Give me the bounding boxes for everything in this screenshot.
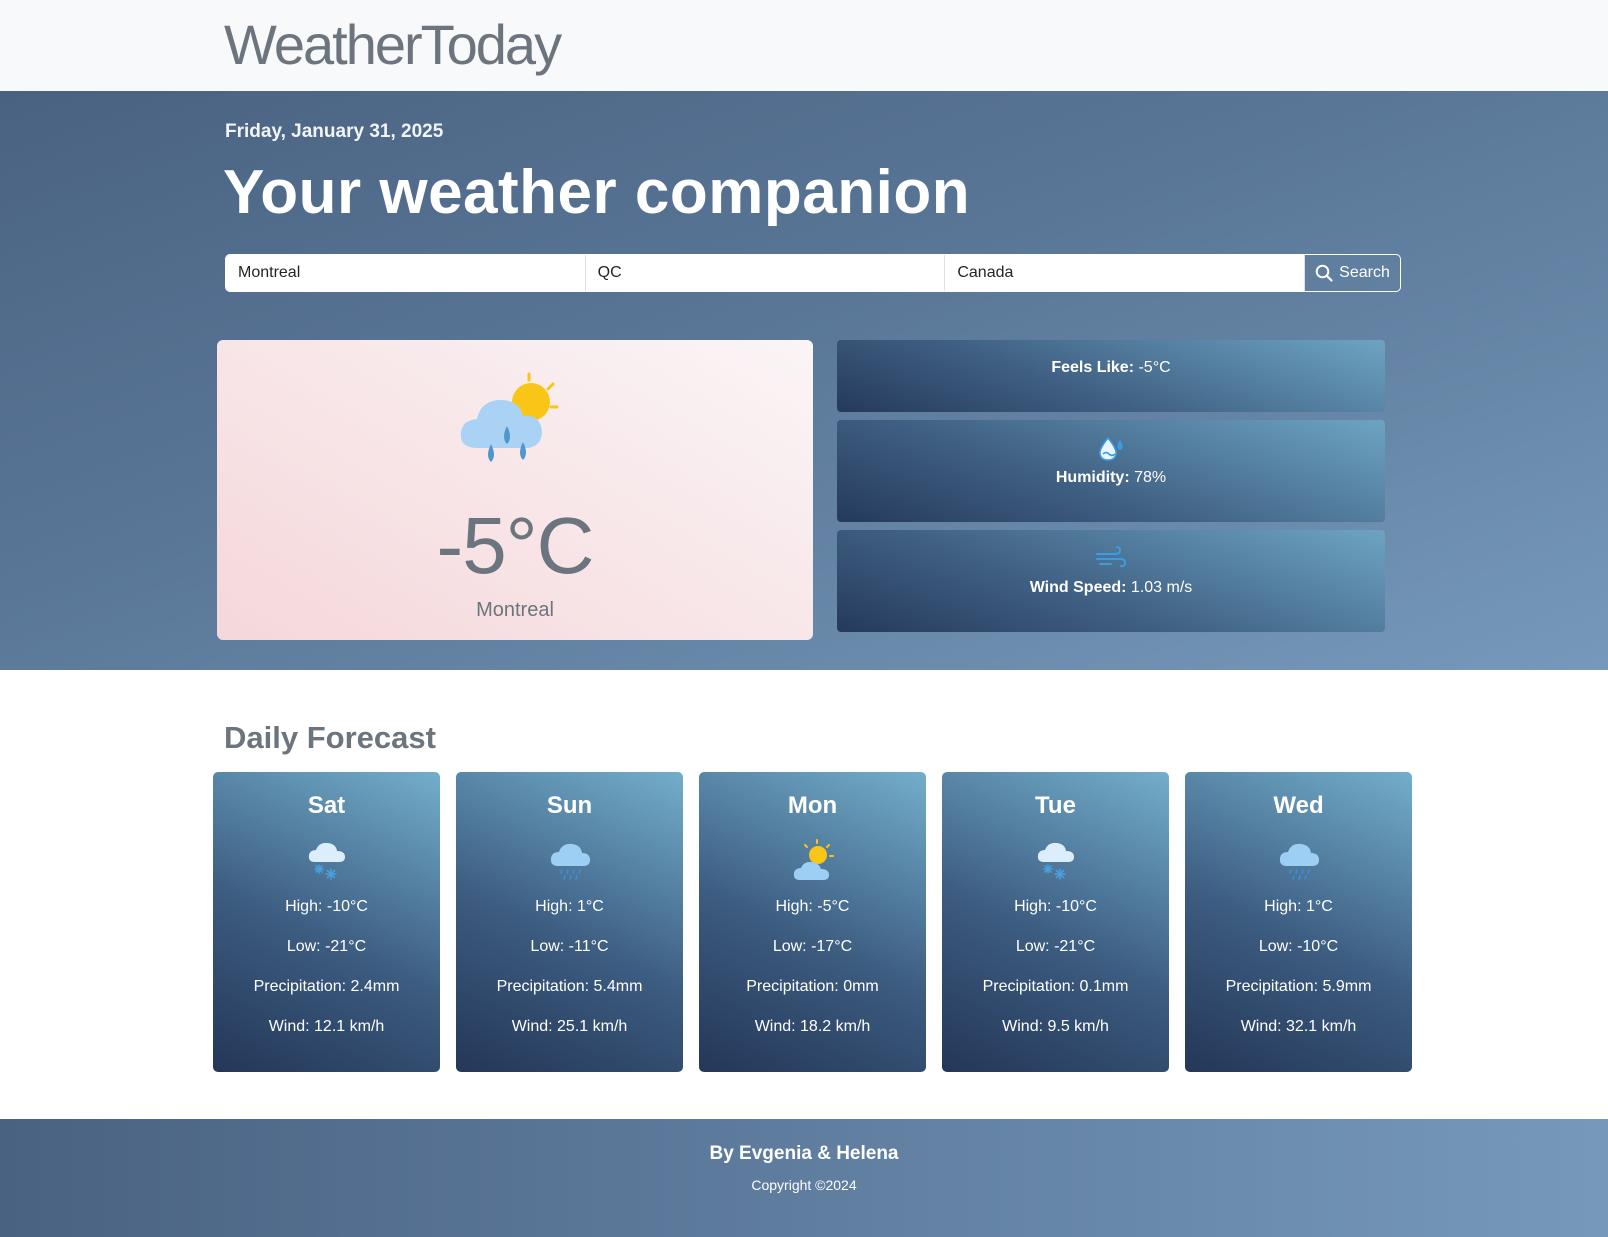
forecast-high: High: -10°C: [285, 898, 368, 915]
forecast-day: Sun: [546, 792, 593, 819]
humidity-label: Humidity:: [1055, 469, 1130, 486]
forecast-precipitation: Precipitation: 0.1mm: [982, 978, 1129, 995]
rain-cloud-icon: [550, 843, 590, 880]
footer-authors: By Evgenia & Helena: [709, 1143, 899, 1164]
brand-logo[interactable]: WeatherToday: [224, 12, 562, 77]
forecast-precipitation: Precipitation: 5.9mm: [1225, 978, 1372, 995]
humidity-panel: Humidity: 78%: [837, 420, 1385, 522]
partly-cloudy-icon: [793, 839, 834, 880]
forecast-high: High: 1°C: [1264, 898, 1333, 915]
wind-speed-panel: Wind Speed: 1.03 m/s: [837, 530, 1385, 632]
current-date: Friday, January 31, 2025: [225, 121, 444, 142]
snow-cloud-icon: [1037, 842, 1074, 880]
forecast-card: Sun High: 1°C Low: -11°C Precipitation: …: [456, 772, 683, 1072]
wind-icon: [1096, 546, 1127, 568]
city-input[interactable]: [226, 255, 586, 291]
feels-like-value: -5°C: [1134, 359, 1171, 376]
humidity-icon: [1099, 436, 1123, 461]
forecast-precipitation: Precipitation: 5.4mm: [496, 978, 643, 995]
forecast-high: High: 1°C: [535, 898, 604, 915]
page-headline: Your weather companion: [223, 158, 971, 227]
forecast-low: Low: -21°C: [286, 938, 367, 955]
current-city: Montreal: [476, 599, 554, 621]
current-temperature: -5°C: [436, 501, 595, 590]
forecast-high: High: -10°C: [1014, 898, 1097, 915]
country-input[interactable]: [945, 255, 1306, 291]
forecast-low: Low: -21°C: [1015, 938, 1096, 955]
forecast-high: High: -5°C: [775, 898, 850, 915]
forecast-card: Tue High: -10°C Low: -21°C Precipitation…: [942, 772, 1169, 1072]
forecast-card: Sat High: -10°C Low: -21°C Precipitation…: [213, 772, 440, 1072]
current-weather-card: -5°C Montreal: [217, 340, 813, 640]
forecast-day: Mon: [787, 792, 838, 819]
search-button[interactable]: Search: [1305, 255, 1400, 291]
forecast-precipitation: Precipitation: 2.4mm: [253, 978, 400, 995]
humidity-value: 78%: [1129, 469, 1167, 486]
wind-speed-value: 1.03 m/s: [1126, 579, 1193, 596]
forecast-card: Mon High: -5°C Low: -17°C Precipitation:…: [699, 772, 926, 1072]
forecast-low: Low: -17°C: [772, 938, 853, 955]
forecast-day: Sat: [307, 792, 346, 819]
search-icon: [1315, 264, 1333, 282]
navbar: WeatherToday: [0, 0, 1608, 91]
forecast-wind: Wind: 9.5 km/h: [1002, 1018, 1109, 1035]
search-form: Search: [225, 254, 1401, 292]
region-input[interactable]: [585, 255, 946, 291]
forecast-list: Sat High: -10°C Low: -21°C Precipitation…: [213, 772, 1413, 1072]
rain-cloud-icon: [1279, 843, 1319, 880]
forecast-low: Low: -11°C: [530, 938, 609, 955]
search-button-label: Search: [1339, 264, 1390, 281]
forecast-low: Low: -10°C: [1258, 938, 1339, 955]
rain-sun-cloud-icon: [460, 372, 559, 462]
forecast-wind: Wind: 18.2 km/h: [754, 1018, 871, 1035]
forecast-day: Wed: [1273, 792, 1324, 819]
footer-copyright: Copyright ©2024: [751, 1177, 857, 1193]
forecast-precipitation: Precipitation: 0mm: [746, 978, 879, 995]
forecast-wind: Wind: 12.1 km/h: [268, 1018, 385, 1035]
forecast-wind: Wind: 25.1 km/h: [511, 1018, 628, 1035]
feels-like-label: Feels Like:: [1051, 359, 1135, 376]
wind-speed-label: Wind Speed:: [1029, 579, 1127, 596]
forecast-card: Wed High: 1°C Low: -10°C Precipitation: …: [1185, 772, 1412, 1072]
forecast-title: Daily Forecast: [224, 720, 436, 755]
hero-section: Friday, January 31, 2025 Your weather co…: [0, 91, 1608, 670]
snow-cloud-icon: [308, 842, 345, 880]
forecast-wind: Wind: 32.1 km/h: [1240, 1018, 1357, 1035]
footer: By Evgenia & Helena Copyright ©2024: [0, 1119, 1608, 1237]
feels-like-panel: Feels Like: -5°C: [837, 340, 1385, 412]
forecast-day: Tue: [1035, 792, 1076, 819]
